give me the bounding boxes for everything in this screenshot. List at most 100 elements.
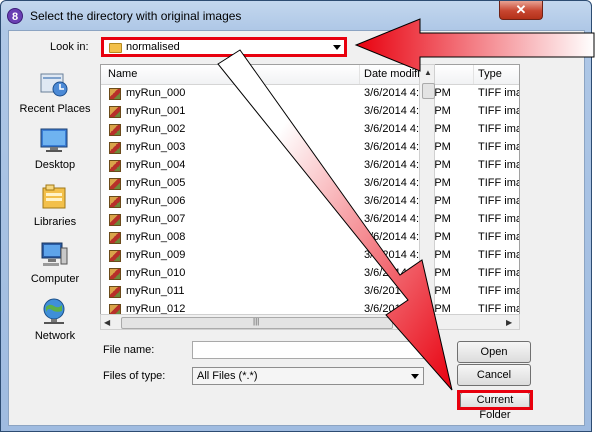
place-recent-places[interactable]: Recent Places [16,68,94,120]
file-type-cell: TIFF ima [478,285,520,297]
network-icon [43,298,65,324]
column-divider[interactable] [473,65,474,84]
file-type-cell: TIFF ima [478,87,520,99]
scroll-left-icon[interactable]: ◀ [104,318,110,327]
tiff-file-icon [109,214,121,226]
date-modified-cell: 3/6/2014 4:57 PM [364,285,451,297]
table-row[interactable]: myRun_010 3/6/2014 4:57 PM TIFF ima [101,265,520,283]
scroll-right-icon[interactable]: ▶ [506,318,512,327]
file-type-cell: TIFF ima [478,141,520,153]
tiff-file-icon [109,160,121,172]
table-row[interactable]: myRun_000 3/6/2014 4:57 PM TIFF ima [101,85,520,103]
place-libraries[interactable]: Libraries [16,181,94,233]
libraries-icon [42,184,66,209]
desktop-icon [40,128,68,152]
vertical-scroll-thumb[interactable] [422,83,435,99]
scroll-down-icon[interactable]: ▼ [424,303,432,312]
look-in-value: normalised [126,41,180,53]
file-name-cell: myRun_010 [126,267,186,279]
folder-icon [109,43,122,53]
tiff-file-icon [109,196,121,208]
file-name-cell: myRun_008 [126,231,186,243]
file-name-cell: myRun_007 [126,213,186,225]
tiff-file-icon [109,142,121,154]
date-modified-cell: 3/6/2014 4:57 PM [364,249,451,261]
vertical-scrollbar[interactable]: ▲ ▼ [419,64,435,315]
tiff-file-icon [109,124,121,136]
file-name-cell: myRun_004 [126,159,186,171]
column-header-name[interactable]: Name [108,68,137,80]
look-in-label: Look in: [50,41,89,53]
file-type-cell: TIFF ima [478,123,520,135]
tiff-file-icon [109,250,121,262]
file-type-cell: TIFF ima [478,195,520,207]
current-folder-highlight [457,390,533,410]
horizontal-scrollbar[interactable]: ◀ ||| ▶ [100,314,520,330]
file-list-header: Name Date modified Type [101,65,519,85]
tiff-file-icon [109,268,121,280]
places-bar: Recent Places Desktop Libraries Computer [16,64,94,354]
grip-icon: ||| [253,317,260,326]
file-list[interactable]: Name Date modified Type myRun_000 3/6/201… [100,64,520,315]
table-row[interactable]: myRun_006 3/6/2014 4:57 PM TIFF ima [101,193,520,211]
file-type-cell: TIFF ima [478,159,520,171]
file-type-cell: TIFF ima [478,231,520,243]
date-modified-cell: 3/6/2014 4:57 PM [364,105,451,117]
date-modified-cell: 3/6/2014 4:57 PM [364,159,451,171]
table-row[interactable]: myRun_011 3/6/2014 4:57 PM TIFF ima [101,283,520,301]
scroll-up-icon[interactable]: ▲ [424,68,432,77]
date-modified-cell: 3/6/2014 4:57 PM [364,177,451,189]
table-row[interactable]: myRun_009 3/6/2014 4:57 PM TIFF ima [101,247,520,265]
look-in-dropdown[interactable]: normalised [101,37,347,57]
table-row[interactable]: myRun_003 3/6/2014 4:57 PM TIFF ima [101,139,520,157]
table-row[interactable]: myRun_012 3/6/2014 4:57 PM TIFF ima [101,301,519,314]
file-name-cell: myRun_005 [126,177,186,189]
place-label: Recent Places [19,103,91,115]
date-modified-cell: 3/6/2014 4:57 PM [364,231,451,243]
file-name-cell: myRun_002 [126,123,186,135]
title-bar[interactable]: 8 Select the directory with original ima… [1,1,593,31]
chevron-down-icon [411,374,419,379]
tiff-file-icon [109,106,121,118]
file-type-cell: TIFF ima [478,105,520,117]
table-row[interactable]: myRun_004 3/6/2014 4:57 PM TIFF ima [101,157,520,175]
file-name-label: File name: [103,344,155,356]
date-modified-cell: 3/6/2014 4:57 PM [364,267,451,279]
file-type-cell: TIFF ima [478,249,520,261]
file-type-cell: TIFF ima [478,177,520,189]
open-button[interactable]: Open [457,341,531,363]
cancel-button[interactable]: Cancel [457,364,531,386]
tiff-file-icon [109,88,121,100]
file-name-input[interactable] [192,341,424,359]
date-modified-cell: 3/6/2014 4:57 PM [364,87,451,99]
close-button[interactable]: ✕ [499,1,543,20]
date-modified-cell: 3/6/2014 4:57 PM [364,195,451,207]
table-row[interactable]: myRun_005 3/6/2014 4:57 PM TIFF ima [101,175,520,193]
date-modified-cell: 3/6/2014 4:57 PM [364,141,451,153]
file-name-cell: myRun_001 [126,105,186,117]
date-modified-cell: 3/6/2014 4:57 PM [364,213,451,225]
app-icon: 8 [7,8,23,24]
table-row[interactable]: myRun_001 3/6/2014 4:57 PM TIFF ima [101,103,520,121]
file-name-cell: myRun_009 [126,249,186,261]
date-modified-cell: 3/6/2014 4:57 PM [364,123,451,135]
place-computer[interactable]: Computer [16,238,94,290]
file-type-cell: TIFF ima [478,267,520,279]
place-label: Network [34,330,76,342]
file-type-cell: TIFF ima [478,213,520,225]
file-name-cell: myRun_003 [126,141,186,153]
column-divider[interactable] [359,65,360,84]
table-row[interactable]: myRun_007 3/6/2014 4:57 PM TIFF ima [101,211,520,229]
files-of-type-select[interactable]: All Files (*.*) [192,367,424,385]
computer-icon [41,242,68,266]
column-header-type[interactable]: Type [478,68,502,80]
place-network[interactable]: Network [16,295,94,347]
table-row[interactable]: myRun_008 3/6/2014 4:57 PM TIFF ima [101,229,520,247]
tiff-file-icon [109,178,121,190]
place-label: Desktop [34,159,76,171]
tiff-file-icon [109,232,121,244]
place-desktop[interactable]: Desktop [16,124,94,176]
recent-places-icon [40,73,68,97]
place-label: Libraries [33,216,77,228]
table-row[interactable]: myRun_002 3/6/2014 4:57 PM TIFF ima [101,121,520,139]
